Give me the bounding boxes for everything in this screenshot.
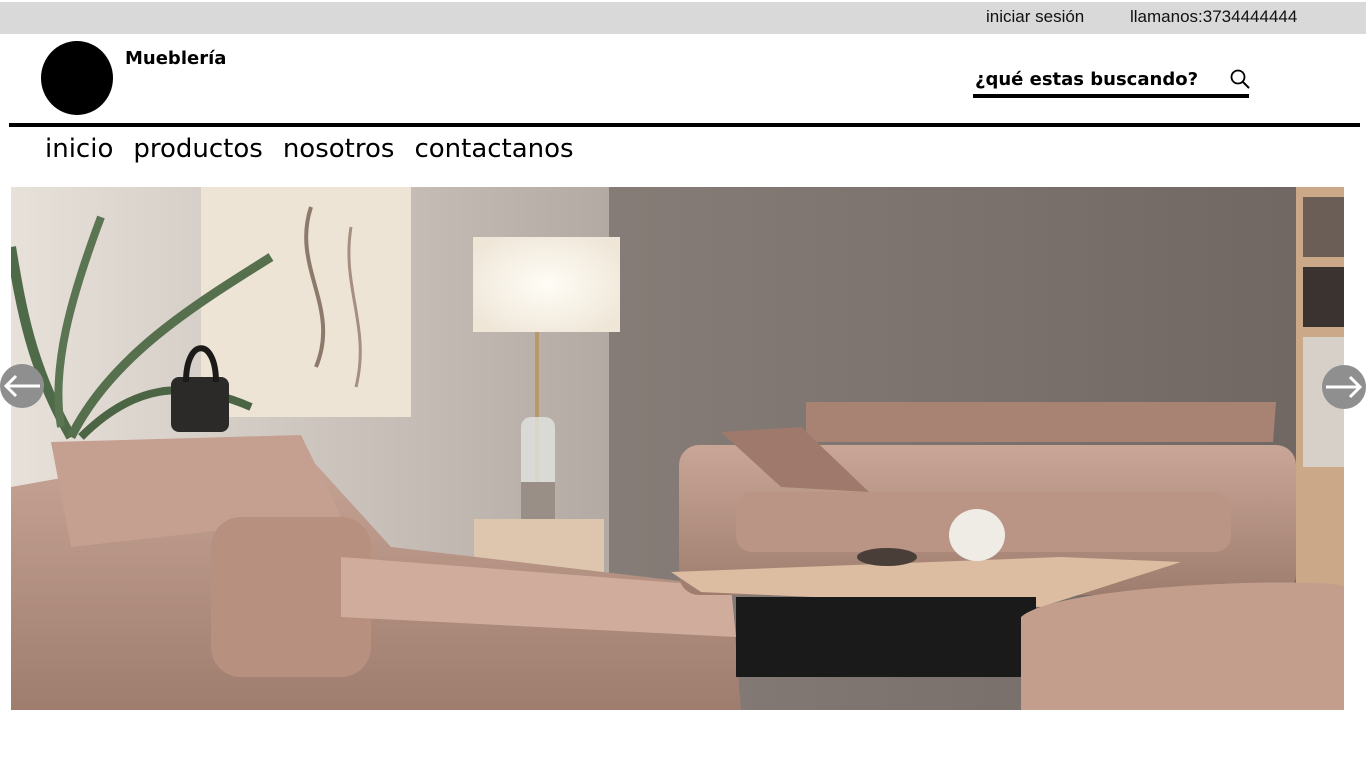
- search-box: [973, 64, 1251, 98]
- search-input[interactable]: [973, 64, 1215, 94]
- nav-item-inicio[interactable]: inicio: [45, 134, 113, 164]
- top-bar: iniciar sesión llamanos:3734444444: [0, 2, 1366, 34]
- nav-item-nosotros[interactable]: nosotros: [283, 134, 395, 164]
- carousel-next-button[interactable]: [1322, 365, 1366, 409]
- logo[interactable]: [41, 41, 113, 115]
- main-nav: inicio productos nosotros contactanos: [45, 134, 574, 164]
- hero-carousel: [11, 187, 1344, 710]
- search-icon[interactable]: [1229, 68, 1251, 90]
- header-divider: [9, 123, 1360, 127]
- living-room-image: [11, 187, 1344, 710]
- carousel-prev-button[interactable]: [0, 364, 44, 408]
- arrow-left-icon: [3, 374, 40, 398]
- arrow-right-icon: [1326, 375, 1363, 399]
- login-link[interactable]: iniciar sesión: [986, 7, 1084, 27]
- nav-item-productos[interactable]: productos: [133, 134, 262, 164]
- nav-item-contactanos[interactable]: contactanos: [414, 134, 573, 164]
- brand-name: Mueblería: [125, 48, 227, 69]
- phone-number: llamanos:3734444444: [1130, 7, 1298, 26]
